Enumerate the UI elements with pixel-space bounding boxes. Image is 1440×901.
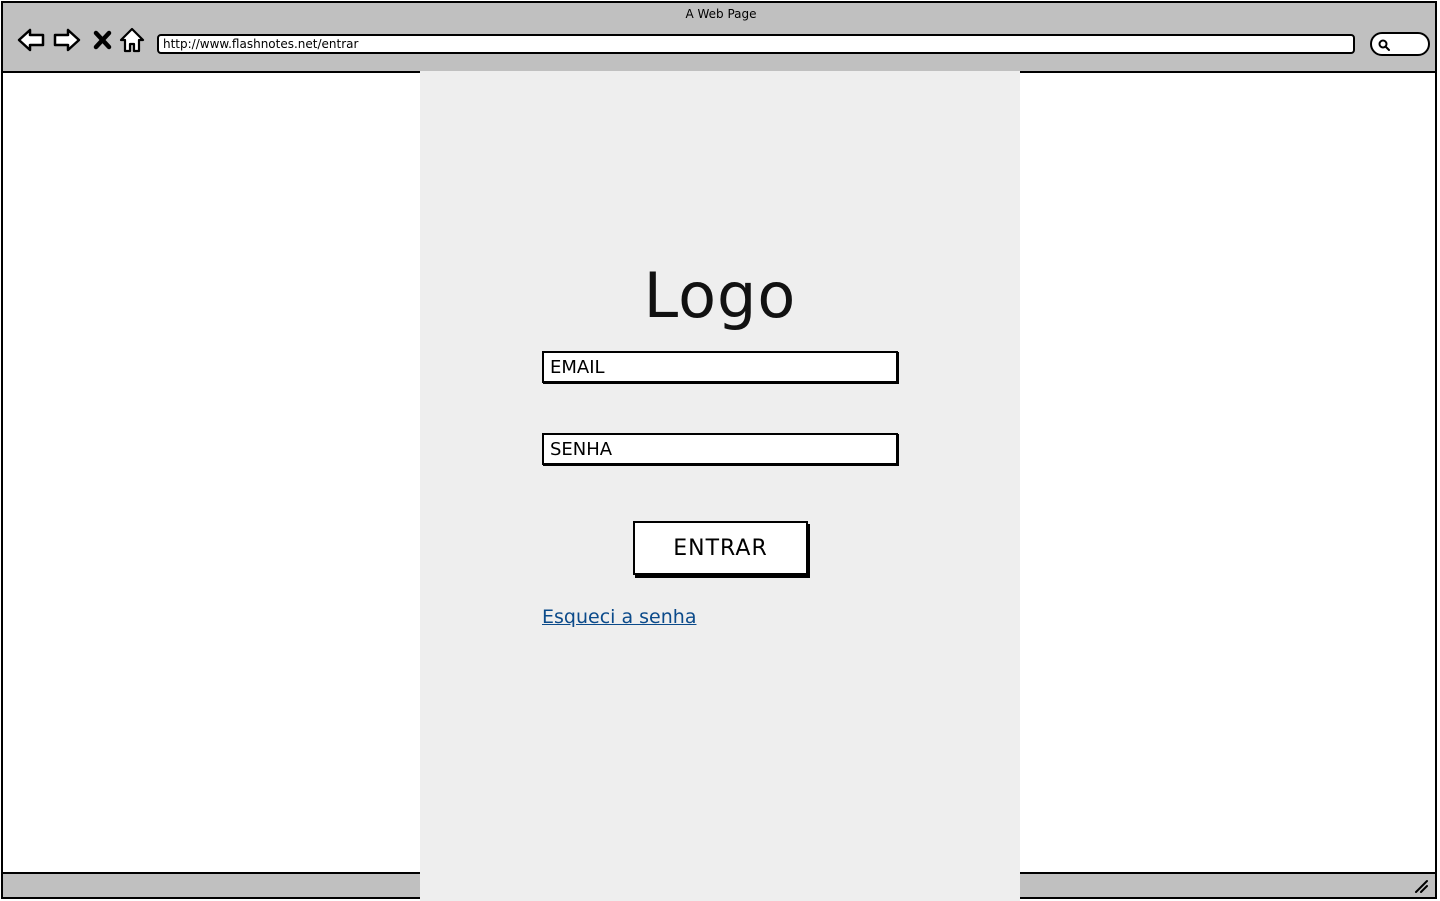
forward-arrow-icon[interactable] (52, 25, 82, 55)
browser-search-box[interactable] (1370, 32, 1430, 56)
window-title: A Web Page (685, 7, 757, 21)
login-panel: Logo (420, 71, 1020, 901)
password-field[interactable] (542, 433, 898, 465)
resize-grip-icon[interactable] (1413, 878, 1429, 894)
login-button[interactable]: ENTRAR (633, 521, 808, 575)
close-x-icon[interactable] (88, 25, 118, 55)
logo: Logo (643, 259, 797, 332)
forgot-password-link[interactable]: Esqueci a senha (542, 606, 696, 628)
browser-window: A Web Page http://www.flashnotes.net/ent… (0, 0, 1440, 901)
url-bar[interactable]: http://www.flashnotes.net/entrar (157, 34, 1355, 54)
browser-toolbar: A Web Page http://www.flashnotes.net/ent… (1, 1, 1437, 71)
home-icon[interactable] (117, 25, 147, 55)
back-arrow-icon[interactable] (16, 25, 46, 55)
email-field[interactable] (542, 351, 898, 383)
search-icon (1378, 39, 1390, 51)
